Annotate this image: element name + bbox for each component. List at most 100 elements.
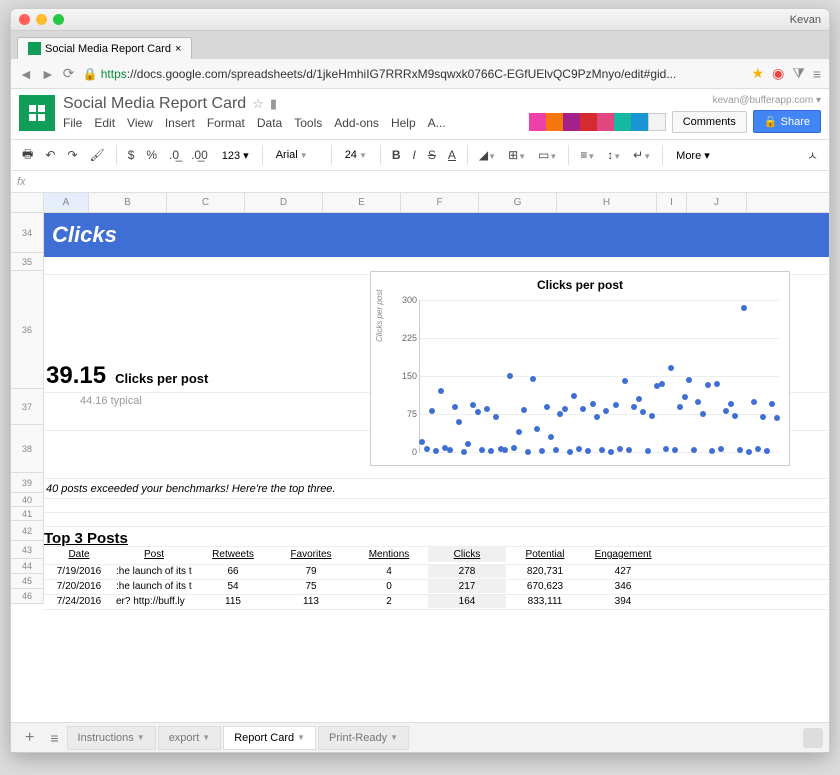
avatar-icon[interactable] [563, 113, 581, 131]
cell[interactable]: 217 [428, 580, 506, 593]
number-format-dropdown[interactable]: 123 ▾ [215, 145, 256, 166]
avatar-more-button[interactable] [648, 113, 666, 131]
row-header[interactable]: 46 [11, 589, 44, 604]
close-window-button[interactable] [19, 14, 30, 25]
explore-button[interactable] [803, 728, 823, 748]
select-all-corner[interactable] [11, 193, 44, 213]
col-header-i[interactable]: I [657, 193, 687, 212]
col-header-h[interactable]: H [557, 193, 657, 212]
cell[interactable]: 113 [272, 595, 350, 608]
merge-button[interactable]: ▭▼ [533, 144, 562, 166]
pocket-icon[interactable]: ⧩ [792, 65, 805, 82]
cell[interactable]: 2 [350, 595, 428, 608]
cell[interactable]: 394 [584, 595, 662, 608]
col-header-e[interactable]: E [323, 193, 401, 212]
avatar-icon[interactable] [529, 113, 547, 131]
row-header[interactable]: 45 [11, 574, 44, 589]
all-sheets-button[interactable]: ≡ [44, 730, 64, 746]
menu-insert[interactable]: Insert [165, 116, 195, 130]
borders-button[interactable]: ⊞▼ [503, 144, 531, 166]
bold-button[interactable]: B [387, 144, 406, 166]
italic-button[interactable]: I [408, 144, 421, 166]
col-header-f[interactable]: F [401, 193, 479, 212]
font-dropdown[interactable]: Arial ▼ [269, 145, 325, 165]
cell[interactable]: er? http://buff.ly [114, 595, 194, 608]
cell[interactable]: 7/19/2016 [44, 565, 114, 578]
clicks-per-post-chart[interactable]: Clicks per post Clicks per post 07515022… [370, 271, 790, 466]
avatar-icon[interactable] [631, 113, 649, 131]
col-header-g[interactable]: G [479, 193, 557, 212]
cell[interactable]: 164 [428, 595, 506, 608]
back-button[interactable]: ◄ [19, 66, 33, 82]
col-header-a[interactable]: A [44, 193, 89, 212]
row-header[interactable]: 40 [11, 493, 44, 507]
avatar-icon[interactable] [614, 113, 632, 131]
row-header[interactable]: 35 [11, 253, 44, 271]
undo-button[interactable]: ↶ [40, 144, 60, 166]
currency-button[interactable]: $ [123, 144, 140, 166]
row-header[interactable]: 37 [11, 389, 44, 425]
menu-file[interactable]: File [63, 116, 82, 130]
avatar-icon[interactable] [580, 113, 598, 131]
bookmark-star-icon[interactable]: ★ [752, 65, 765, 82]
cell[interactable]: :he launch of its t [114, 565, 194, 578]
forward-button[interactable]: ► [41, 66, 55, 82]
row-header[interactable]: 39 [11, 473, 44, 493]
cell[interactable]: 66 [194, 565, 272, 578]
halign-button[interactable]: ≡▼ [575, 144, 600, 166]
cell[interactable]: 820,731 [506, 565, 584, 578]
cell[interactable]: :he launch of its t [114, 580, 194, 593]
sheet-tab-report-card[interactable]: Report Card▼ [223, 726, 316, 750]
account-email[interactable]: kevan@bufferapp.com ▾ [713, 95, 821, 106]
row-header[interactable]: 44 [11, 559, 44, 574]
text-color-button[interactable]: A [443, 144, 461, 166]
extension-icon[interactable]: ◉ [772, 65, 784, 82]
menu-addons[interactable]: Add-ons [334, 116, 379, 130]
cell[interactable]: 7/24/2016 [44, 595, 114, 608]
add-sheet-button[interactable]: + [17, 729, 42, 747]
collapse-toolbar-button[interactable]: ㅅ [802, 143, 823, 168]
cell[interactable]: 0 [350, 580, 428, 593]
reload-button[interactable]: ⟳ [63, 65, 75, 82]
cell[interactable]: 115 [194, 595, 272, 608]
col-header-c[interactable]: C [167, 193, 245, 212]
strike-button[interactable]: S [423, 144, 441, 166]
sheet-tab-print-ready[interactable]: Print-Ready▼ [318, 726, 409, 750]
menu-more[interactable]: A... [428, 116, 446, 130]
avatar-icon[interactable] [597, 113, 615, 131]
comments-button[interactable]: Comments [672, 111, 747, 133]
increase-decimal-button[interactable]: .0̲0 [186, 144, 213, 166]
row-header[interactable]: 36 [11, 271, 44, 389]
close-tab-icon[interactable]: × [175, 43, 181, 55]
print-button[interactable]: 🖶 [17, 141, 38, 170]
row-header[interactable]: 41 [11, 507, 44, 521]
maximize-window-button[interactable] [53, 14, 64, 25]
col-header-d[interactable]: D [245, 193, 323, 212]
menu-data[interactable]: Data [257, 116, 282, 130]
doc-title[interactable]: Social Media Report Card [63, 95, 246, 113]
cell[interactable]: 427 [584, 565, 662, 578]
row-header[interactable]: 42 [11, 521, 44, 541]
font-size-dropdown[interactable]: 24 ▼ [338, 145, 374, 165]
move-folder-icon[interactable]: ▮ [270, 96, 277, 112]
col-header-b[interactable]: B [89, 193, 167, 212]
menu-tools[interactable]: Tools [294, 116, 322, 130]
star-doc-icon[interactable]: ☆ [252, 96, 264, 112]
url-field[interactable]: 🔒 https://docs.google.com/spreadsheets/d… [82, 67, 743, 81]
cell[interactable]: 278 [428, 565, 506, 578]
percent-button[interactable]: % [141, 144, 162, 166]
menu-icon[interactable]: ≡ [813, 66, 821, 82]
valign-button[interactable]: ↕▼ [602, 144, 626, 166]
cell[interactable]: 75 [272, 580, 350, 593]
more-toolbar-button[interactable]: More ▾ [669, 145, 717, 166]
browser-tab[interactable]: Social Media Report Card × [17, 37, 192, 59]
sheets-logo-icon[interactable] [19, 95, 55, 131]
menu-view[interactable]: View [127, 116, 153, 130]
redo-button[interactable]: ↷ [62, 144, 82, 166]
sheet-tab-export[interactable]: export▼ [158, 726, 222, 750]
menu-edit[interactable]: Edit [94, 116, 115, 130]
cell[interactable]: 670,623 [506, 580, 584, 593]
decrease-decimal-button[interactable]: .0̲ [164, 144, 184, 166]
cell[interactable]: 79 [272, 565, 350, 578]
row-header[interactable]: 38 [11, 425, 44, 473]
